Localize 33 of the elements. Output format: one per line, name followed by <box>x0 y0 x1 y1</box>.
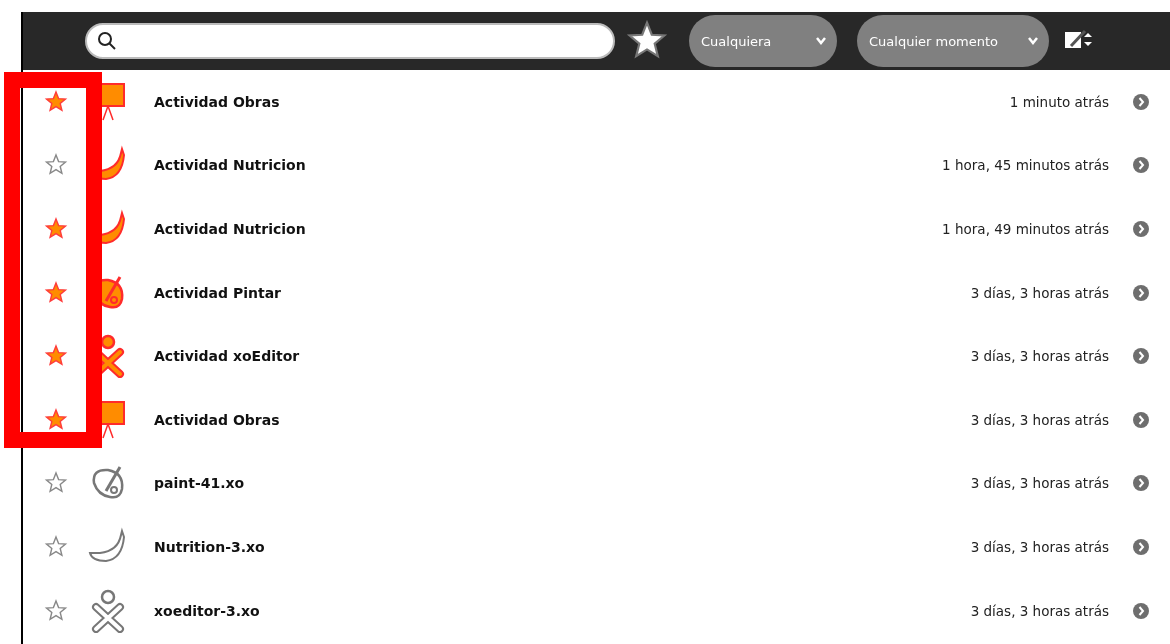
entry-time: 1 hora, 45 minutos atrás <box>942 157 1109 174</box>
favorite-star-icon[interactable] <box>44 407 68 432</box>
search-icon <box>97 31 117 51</box>
entry-time: 1 minuto atrás <box>1009 93 1109 110</box>
entry-time: 1 hora, 49 minutos atrás <box>942 221 1109 237</box>
entry-time: 3 días, 3 horas atrás <box>970 475 1109 492</box>
favorite-star-icon[interactable] <box>44 344 68 369</box>
entry-title: Actividad Obras <box>154 93 280 110</box>
search-field[interactable] <box>85 23 615 59</box>
entry-title: Nutrition-3.xo <box>154 538 265 555</box>
filter-dropdown[interactable]: Cualquier momento <box>857 15 1049 67</box>
entry-title: Actividad Obras <box>154 411 280 428</box>
favorite-star-icon[interactable] <box>44 534 68 559</box>
chevron-down-icon <box>1027 36 1039 46</box>
entry-time: 3 días, 3 horas atrás <box>970 538 1109 555</box>
favorite-star-icon[interactable] <box>44 153 68 178</box>
entry-time: 3 días, 3 horas atrás <box>970 602 1109 619</box>
entry-title: Actividad Nutricion <box>154 157 306 174</box>
favorite-star-icon[interactable] <box>44 280 68 305</box>
favorite-star-icon[interactable] <box>44 89 68 114</box>
entry-time: 3 días, 3 horas atrás <box>970 411 1109 428</box>
favorite-star-icon[interactable] <box>44 217 68 241</box>
entry-title: xoeditor-3.xo <box>154 602 260 619</box>
entry-title: paint-41.xo <box>154 475 245 492</box>
chevron-down-icon <box>815 36 827 46</box>
favorite-star-icon[interactable] <box>44 598 68 623</box>
entry-title: Actividad Pintar <box>154 284 281 301</box>
entry-time: 3 días, 3 horas atrás <box>970 284 1109 301</box>
entry-title: Actividad xoEditor <box>154 348 300 365</box>
filter-dropdown[interactable]: Cualquiera <box>689 15 837 67</box>
entry-title: Actividad Nutricion <box>154 221 306 237</box>
entry-time: 3 días, 3 horas atrás <box>970 348 1109 365</box>
favorite-star-icon[interactable] <box>44 471 68 496</box>
